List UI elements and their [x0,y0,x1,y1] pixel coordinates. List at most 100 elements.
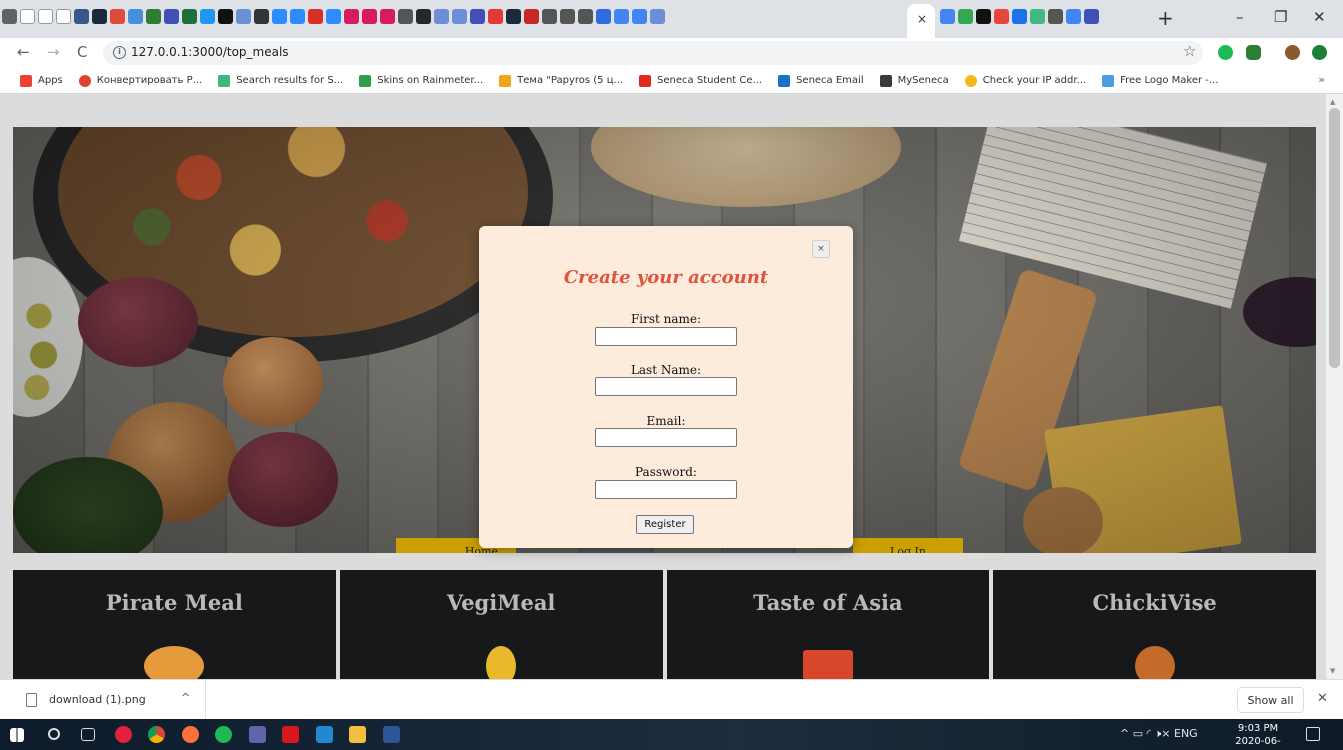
forward-icon[interactable]: → [47,43,60,61]
last-name-input[interactable] [595,377,737,396]
bookmark-item[interactable]: Seneca Email [778,74,864,87]
bookmark-apps[interactable]: Apps [20,74,63,87]
site-info-icon[interactable]: i [113,46,126,59]
scroll-down-icon[interactable]: ▼ [1330,667,1335,675]
bookmark-item[interactable]: Skins on Rainmeter... [359,74,483,87]
teams-icon[interactable] [249,726,266,743]
tab-favicon-icon[interactable] [650,9,665,24]
tab-favicon-icon[interactable] [958,9,973,24]
download-bar-close-icon[interactable]: ✕ [1317,691,1328,706]
profile-avatar-icon[interactable] [1285,45,1300,60]
bookmark-item[interactable]: MySeneca [879,74,949,87]
url-text[interactable]: 127.0.0.1:3000/top_meals [131,45,289,59]
tab-favicon-icon[interactable] [128,9,143,24]
tab-favicon-icon[interactable] [632,9,647,24]
meal-card-pirate[interactable]: Pirate Meal [13,570,336,679]
scroll-up-icon[interactable]: ▲ [1330,98,1335,106]
maximize-icon[interactable]: ❐ [1274,8,1287,26]
tab-favicon-icon[interactable] [110,9,125,24]
tab-favicon-icon[interactable] [542,9,557,24]
search-icon[interactable] [48,728,60,740]
tab-favicon-icon[interactable] [596,9,611,24]
modal-close-button[interactable]: × [812,240,830,258]
spotify-icon[interactable] [215,726,232,743]
minimize-icon[interactable]: – [1236,8,1244,26]
opera-icon[interactable] [115,726,132,743]
meal-card-asia[interactable]: Taste of Asia [666,570,990,679]
notification-icon[interactable] [1306,727,1320,741]
tab-favicon-icon[interactable] [1012,9,1027,24]
word-icon[interactable] [383,726,400,743]
tab-favicon-icon[interactable] [614,9,629,24]
tab-favicon-icon[interactable] [488,9,503,24]
new-tab-button[interactable]: + [1157,6,1174,30]
password-input[interactable] [595,480,737,499]
bookmark-item[interactable]: Search results for S... [218,74,343,87]
first-name-input[interactable] [595,327,737,346]
nav-login-link[interactable]: Log In [853,538,963,553]
tab-close-icon[interactable]: × [917,12,927,26]
reload-icon[interactable]: C [77,43,87,61]
bookmark-star-icon[interactable]: ☆ [1183,42,1196,60]
extension-leaf-icon[interactable] [1246,45,1261,60]
meal-card-chicki[interactable]: ChickiVise [993,570,1316,679]
tab-favicon-icon[interactable] [560,9,575,24]
tab-favicon-icon[interactable] [254,9,269,24]
tab-favicon-icon[interactable] [38,9,53,24]
tab-favicon-icon[interactable] [1048,9,1063,24]
start-windows-icon[interactable] [10,728,24,742]
bookmark-item[interactable]: Seneca Student Ce... [639,74,762,87]
tab-favicon-icon[interactable] [272,9,287,24]
tab-favicon-icon[interactable] [182,9,197,24]
bookmark-item[interactable]: Конвертировать Р... [78,74,202,87]
tab-favicon-icon[interactable] [164,9,179,24]
tab-favicon-icon[interactable] [290,9,305,24]
acrobat-icon[interactable] [282,726,299,743]
tab-favicon-icon[interactable] [416,9,431,24]
bookmark-item[interactable]: Тема "Papyros (5 ц... [499,74,623,87]
tab-favicon-icon[interactable] [940,9,955,24]
tab-favicon-icon[interactable] [20,9,35,24]
page-scrollbar[interactable]: ▲ ▼ [1326,94,1343,679]
tab-favicon-icon[interactable] [524,9,539,24]
tab-favicon-icon[interactable] [578,9,593,24]
tab-favicon-icon[interactable] [236,9,251,24]
extension-o-icon[interactable] [1312,45,1327,60]
tab-favicon-icon[interactable] [74,9,89,24]
tab-favicon-icon[interactable] [434,9,449,24]
system-tray[interactable]: ^ ▭ ◜ 🕨× ENG [1120,727,1198,741]
tab-favicon-icon[interactable] [326,9,341,24]
vscode-icon[interactable] [316,726,333,743]
tab-favicon-icon[interactable] [506,9,521,24]
file-explorer-icon[interactable] [349,726,366,743]
clock[interactable]: 9:03 PM 2020-06-19 [1232,722,1284,750]
tab-favicon-icon[interactable] [1066,9,1081,24]
tab-favicon-icon[interactable] [200,9,215,24]
close-window-icon[interactable]: ✕ [1313,8,1326,26]
tab-favicon-icon[interactable] [218,9,233,24]
show-all-button[interactable]: Show all [1237,687,1304,713]
chrome-icon[interactable] [148,726,165,743]
register-button[interactable]: Register [636,515,694,534]
tab-favicon-icon[interactable] [398,9,413,24]
scroll-thumb[interactable] [1329,108,1340,368]
tab-favicon-icon[interactable] [2,9,17,24]
tab-favicon-icon[interactable] [976,9,991,24]
email-input[interactable] [595,428,737,447]
tab-favicon-icon[interactable] [56,9,71,24]
bookmark-item[interactable]: Free Logo Maker -... [1102,74,1218,87]
download-item[interactable]: download (1).png ^ [0,680,206,720]
tab-favicon-icon[interactable] [380,9,395,24]
tab-favicon-icon[interactable] [344,9,359,24]
task-view-icon[interactable] [81,728,95,741]
tab-favicon-icon[interactable] [452,9,467,24]
tab-favicon-icon[interactable] [1084,9,1099,24]
bookmark-item[interactable]: Check your IP addr... [964,74,1086,87]
tab-favicon-icon[interactable] [308,9,323,24]
bookmarks-overflow-icon[interactable]: » [1318,73,1325,86]
tab-favicon-icon[interactable] [92,9,107,24]
tab-favicon-icon[interactable] [470,9,485,24]
tab-favicon-icon[interactable] [146,9,161,24]
back-icon[interactable]: ← [17,43,30,61]
tab-favicon-icon[interactable] [1030,9,1045,24]
